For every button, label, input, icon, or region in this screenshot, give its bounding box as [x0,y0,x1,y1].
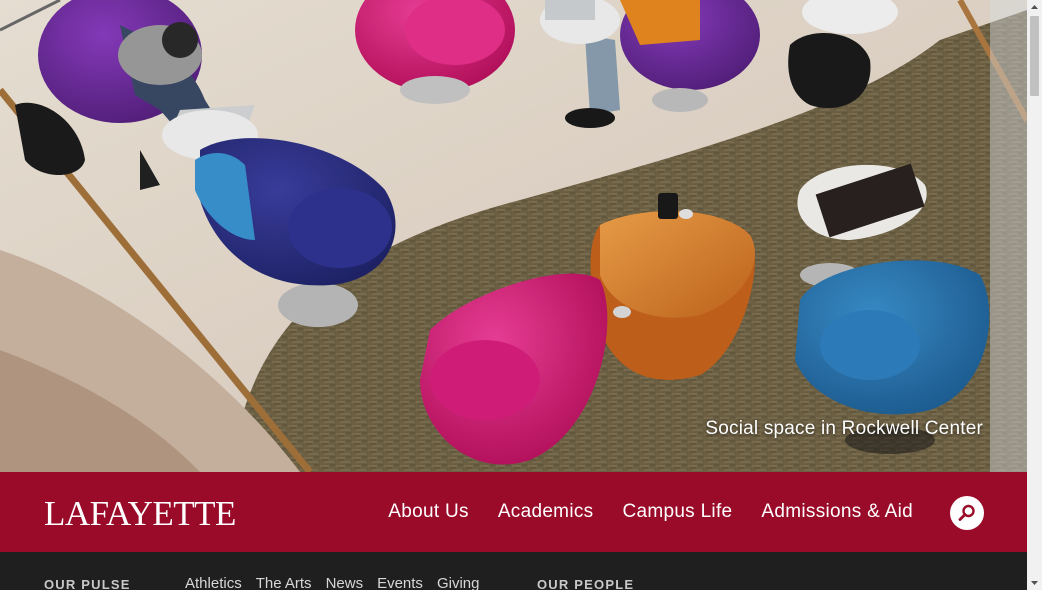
triangle-down-icon [1031,581,1038,585]
nav-about-us[interactable]: About Us [388,501,469,523]
our-pulse-heading: OUR PULSE [44,577,131,590]
nav-campus-life[interactable]: Campus Life [622,501,732,523]
scrollbar-thumb[interactable] [1030,16,1039,96]
page: Social space in Rockwell Center LAFAYETT… [0,0,1027,590]
link-athletics[interactable]: Athletics [185,575,242,590]
hero-caption: Social space in Rockwell Center [705,418,983,439]
nav-academics[interactable]: Academics [498,501,594,523]
triangle-up-icon [1031,5,1038,9]
our-people-heading: OUR PEOPLE [537,577,635,590]
link-the-arts[interactable]: The Arts [256,575,312,590]
main-navbar: LAFAYETTE About Us Academics Campus Life… [0,472,1027,552]
scroll-up-arrow[interactable] [1027,0,1042,15]
hero-photo: Social space in Rockwell Center [0,0,1027,472]
lafayette-logo[interactable]: LAFAYETTE [44,494,236,534]
link-news[interactable]: News [326,575,364,590]
pulse-links: Athletics The Arts News Events Giving [185,575,479,590]
main-nav: About Us Academics Campus Life Admission… [388,472,913,552]
nav-admissions-aid[interactable]: Admissions & Aid [761,501,913,523]
link-events[interactable]: Events [377,575,423,590]
scroll-down-arrow[interactable] [1027,575,1042,590]
search-icon [958,504,975,521]
utility-bar: OUR PULSE Athletics The Arts News Events… [0,552,1027,590]
vertical-scrollbar[interactable] [1027,0,1042,590]
search-button[interactable] [950,496,984,530]
link-giving[interactable]: Giving [437,575,480,590]
hero-image [0,0,1027,472]
